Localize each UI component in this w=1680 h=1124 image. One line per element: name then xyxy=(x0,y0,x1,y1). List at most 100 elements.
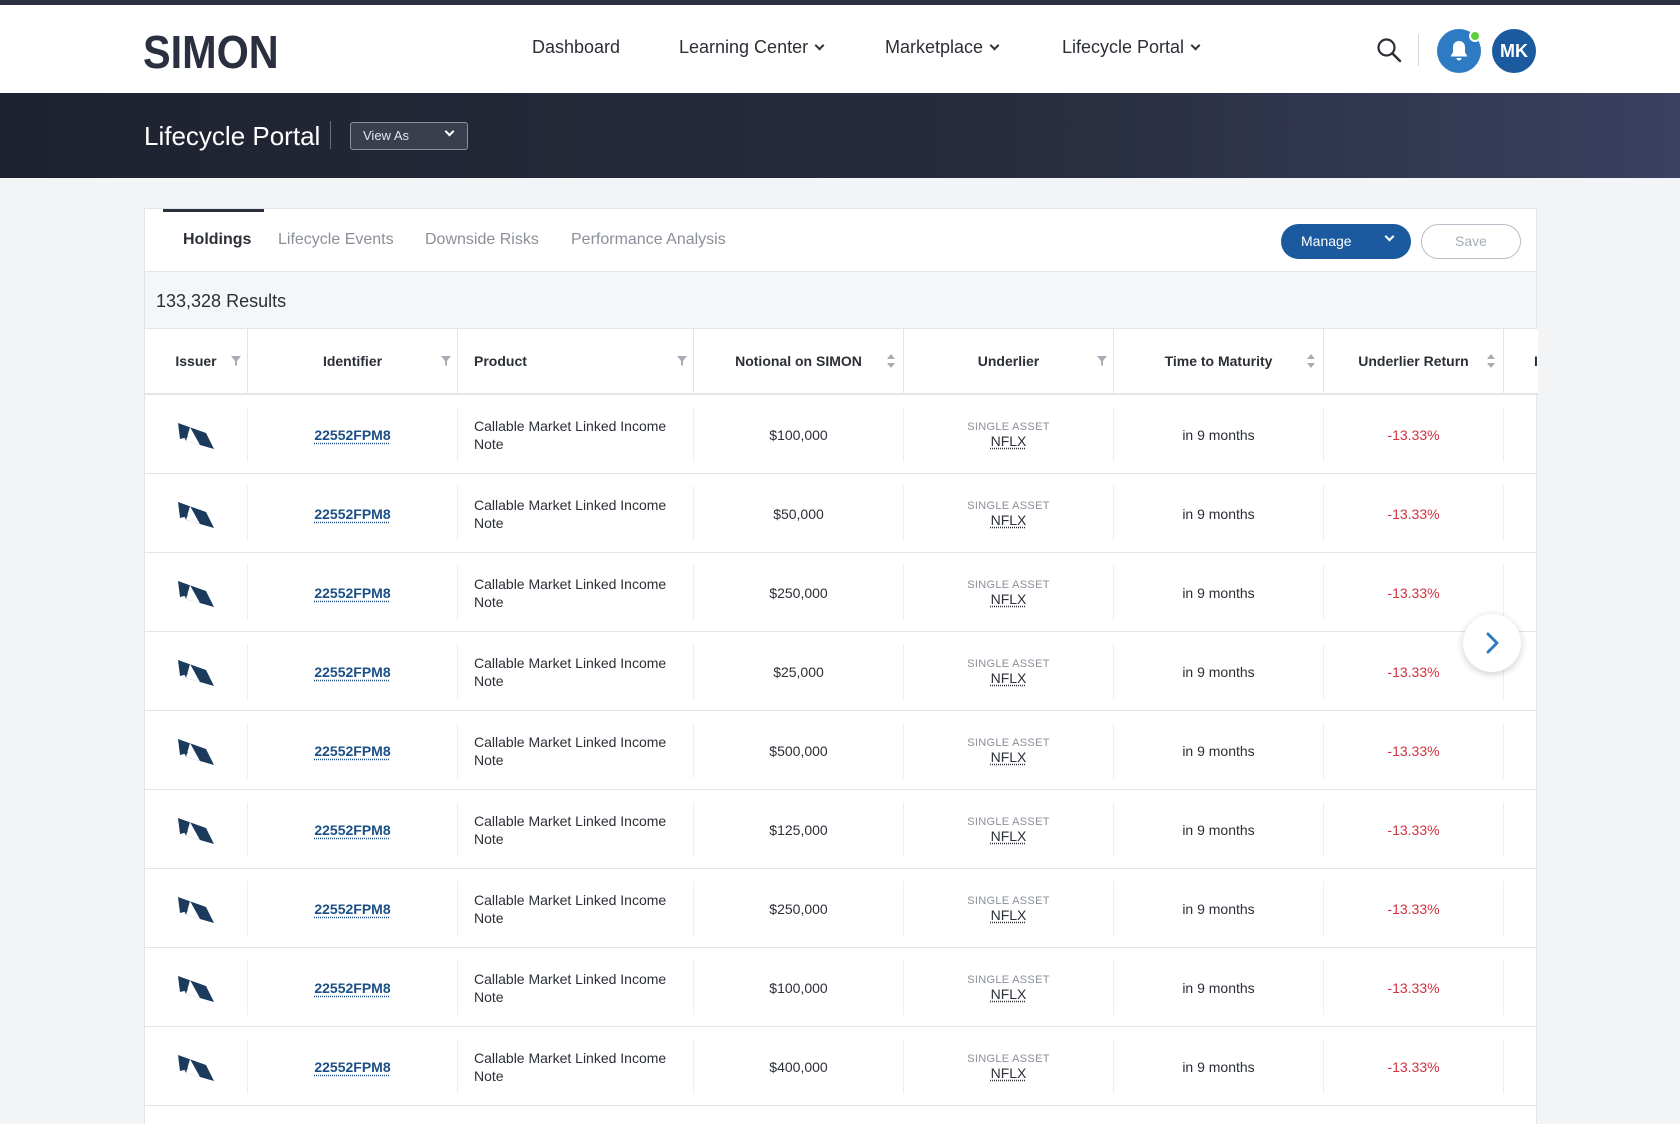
product-name-line2: Note xyxy=(474,514,504,531)
search-icon[interactable] xyxy=(1376,37,1402,63)
identifier-link[interactable]: 22552FPM8 xyxy=(314,585,390,601)
return-cell: -13.33% xyxy=(1324,407,1504,462)
sailboat-icon xyxy=(178,1054,214,1081)
nav-marketplace[interactable]: Marketplace xyxy=(885,37,1000,58)
col-product-label: Product xyxy=(474,353,527,369)
underlier-ticker[interactable]: NFLX xyxy=(991,591,1027,607)
view-as-dropdown[interactable]: View As xyxy=(350,122,468,150)
return-cell: -13.33% xyxy=(1324,881,1504,936)
notional-cell: $250,000 xyxy=(694,565,904,620)
sort-icon[interactable] xyxy=(887,354,895,368)
notional-cell: $100,000 xyxy=(694,407,904,462)
filter-icon[interactable] xyxy=(441,356,451,366)
tab-downside-risks[interactable]: Downside Risks xyxy=(425,231,539,249)
chevron-down-icon xyxy=(444,126,455,137)
chevron-down-icon xyxy=(1190,40,1201,51)
underlier-type: SINGLE ASSET xyxy=(967,1052,1050,1065)
product-cell: Callable Market Linked Income Note xyxy=(458,881,694,936)
truncated-cell xyxy=(1504,723,1538,778)
filter-icon[interactable] xyxy=(231,356,241,366)
identifier-link[interactable]: 22552FPM8 xyxy=(314,980,390,996)
active-tab-indicator xyxy=(163,209,264,212)
underlier-type: SINGLE ASSET xyxy=(967,894,1050,907)
page-title: Lifecycle Portal xyxy=(144,121,321,151)
product-cell: Callable Market Linked Income Note xyxy=(458,723,694,778)
identifier-link[interactable]: 22552FPM8 xyxy=(314,901,390,917)
col-time-to-maturity[interactable]: Time to Maturity xyxy=(1114,329,1324,393)
col-underlier[interactable]: Underlier xyxy=(904,329,1114,393)
underlier-ticker[interactable]: NFLX xyxy=(991,986,1027,1002)
underlier-type: SINGLE ASSET xyxy=(967,578,1050,591)
product-name-line1: Callable Market Linked Income xyxy=(474,733,667,750)
col-identifier-label: Identifier xyxy=(322,353,383,369)
col-product[interactable]: Product xyxy=(458,329,694,393)
nav-lifecycle-portal[interactable]: Lifecycle Portal xyxy=(1062,37,1201,58)
table-row[interactable]: 22552FPM8 Callable Market Linked Income … xyxy=(145,395,1538,474)
simon-logo[interactable]: SIMON xyxy=(143,25,279,79)
underlier-ticker[interactable]: NFLX xyxy=(991,749,1027,765)
nav-learning-center[interactable]: Learning Center xyxy=(679,37,825,58)
col-issuer[interactable]: Issuer xyxy=(145,329,248,393)
issuer-cell xyxy=(145,723,248,778)
identifier-link[interactable]: 22552FPM8 xyxy=(314,506,390,522)
manage-button[interactable]: Manage xyxy=(1281,224,1411,259)
product-name-line2: Note xyxy=(474,672,504,689)
results-count: 133,328 Results xyxy=(156,291,287,311)
col-truncated[interactable]: I xyxy=(1504,329,1538,393)
banner-divider xyxy=(330,121,331,149)
underlier-ticker[interactable]: NFLX xyxy=(991,828,1027,844)
underlier-cell: SINGLE ASSET NFLX xyxy=(904,486,1114,541)
underlier-ticker[interactable]: NFLX xyxy=(991,512,1027,528)
user-avatar[interactable]: MK xyxy=(1492,29,1536,73)
sort-icon[interactable] xyxy=(1487,354,1495,368)
identifier-link[interactable]: 22552FPM8 xyxy=(314,822,390,838)
table-row[interactable]: 22552FPM8 Callable Market Linked Income … xyxy=(145,790,1538,869)
tab-lifecycle-events[interactable]: Lifecycle Events xyxy=(278,231,394,249)
maturity-cell: in 9 months xyxy=(1114,960,1324,1015)
identifier-link[interactable]: 22552FPM8 xyxy=(314,743,390,759)
table-row[interactable]: 22552FPM8 Callable Market Linked Income … xyxy=(145,632,1538,711)
chevron-down-icon xyxy=(814,40,825,51)
identifier-cell: 22552FPM8 xyxy=(248,565,458,620)
identifier-link[interactable]: 22552FPM8 xyxy=(314,664,390,680)
underlier-ticker[interactable]: NFLX xyxy=(991,433,1027,449)
sort-icon[interactable] xyxy=(1307,354,1315,368)
identifier-link[interactable]: 22552FPM8 xyxy=(314,1059,390,1075)
product-cell: Callable Market Linked Income Note xyxy=(458,802,694,857)
nav-dashboard[interactable]: Dashboard xyxy=(532,37,620,58)
table-row[interactable]: 22552FPM8 Callable Market Linked Income … xyxy=(145,711,1538,790)
notional-cell: $250,000 xyxy=(694,881,904,936)
save-button[interactable]: Save xyxy=(1421,224,1521,259)
col-underlier-return-label: Underlier Return xyxy=(1358,353,1469,369)
table-row[interactable]: 22552FPM8 Callable Market Linked Income … xyxy=(145,948,1538,1027)
holdings-table: Issuer Identifier Product Notional on SI… xyxy=(145,329,1538,1106)
col-identifier[interactable]: Identifier xyxy=(248,329,458,393)
filter-icon[interactable] xyxy=(1097,356,1107,366)
col-underlier-return[interactable]: Underlier Return xyxy=(1324,329,1504,393)
page-banner: Lifecycle Portal View As xyxy=(0,93,1680,178)
table-row[interactable]: 22552FPM8 Callable Market Linked Income … xyxy=(145,553,1538,632)
issuer-cell xyxy=(145,881,248,936)
underlier-ticker[interactable]: NFLX xyxy=(991,907,1027,923)
truncated-cell xyxy=(1504,881,1538,936)
return-cell: -13.33% xyxy=(1324,802,1504,857)
nav-lifecycle-portal-label: Lifecycle Portal xyxy=(1062,37,1185,57)
col-time-to-maturity-label: Time to Maturity xyxy=(1164,353,1273,369)
identifier-link[interactable]: 22552FPM8 xyxy=(314,427,390,443)
scroll-right-button[interactable] xyxy=(1463,614,1521,672)
table-row[interactable]: 22552FPM8 Callable Market Linked Income … xyxy=(145,474,1538,553)
tab-performance-analysis[interactable]: Performance Analysis xyxy=(571,231,726,249)
maturity-cell: in 9 months xyxy=(1114,486,1324,541)
product-name-line1: Callable Market Linked Income xyxy=(474,970,667,987)
underlier-ticker[interactable]: NFLX xyxy=(991,670,1027,686)
tab-holdings[interactable]: Holdings xyxy=(183,231,251,249)
table-row[interactable]: 22552FPM8 Callable Market Linked Income … xyxy=(145,1027,1538,1106)
filter-icon[interactable] xyxy=(677,356,687,366)
table-row[interactable]: 22552FPM8 Callable Market Linked Income … xyxy=(145,869,1538,948)
product-name-line1: Callable Market Linked Income xyxy=(474,575,667,592)
underlier-ticker[interactable]: NFLX xyxy=(991,1065,1027,1081)
underlier-cell: SINGLE ASSET NFLX xyxy=(904,881,1114,936)
identifier-cell: 22552FPM8 xyxy=(248,486,458,541)
col-notional[interactable]: Notional on SIMON xyxy=(694,329,904,393)
underlier-cell: SINGLE ASSET NFLX xyxy=(904,1039,1114,1094)
